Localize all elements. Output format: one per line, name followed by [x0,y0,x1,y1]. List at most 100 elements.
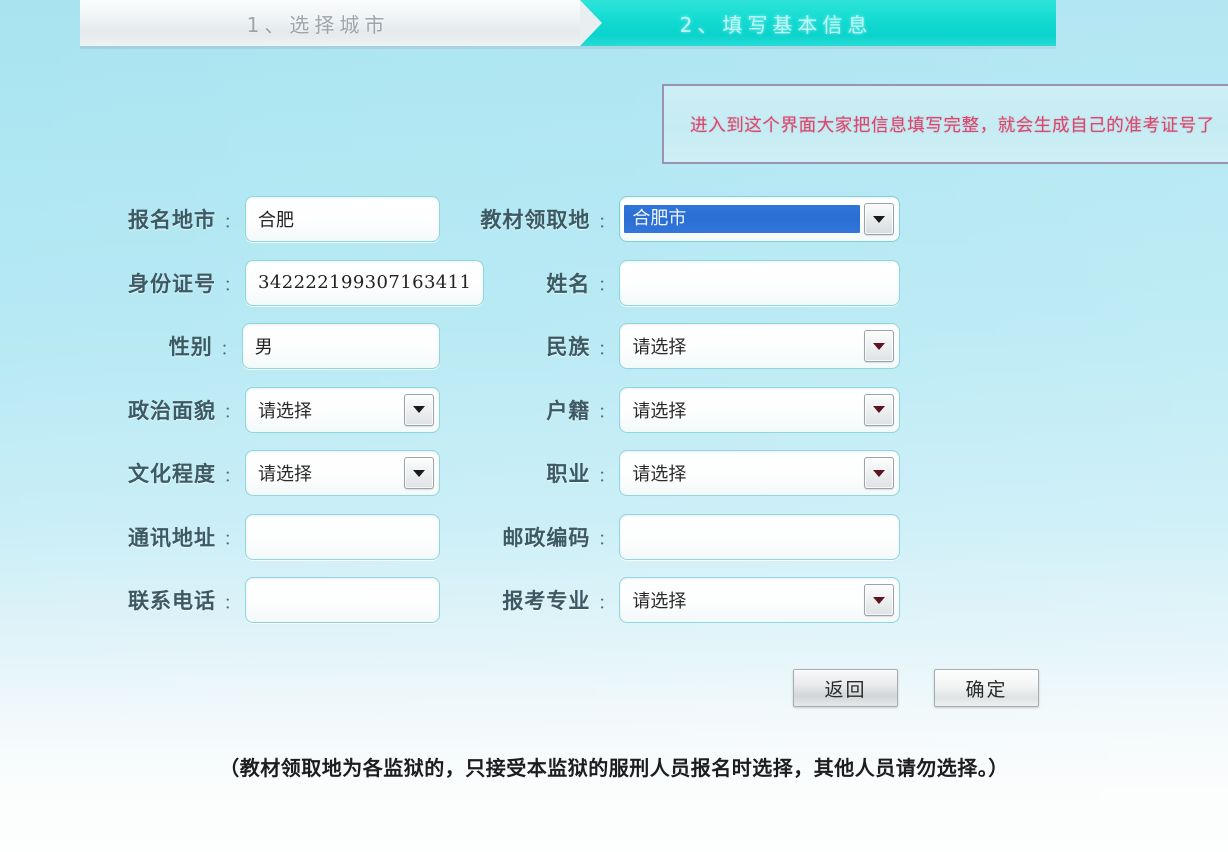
field-label: 联系电话 [128,589,216,613]
select-selected-value: 请选择 [632,464,687,485]
dropdown-zhiye[interactable]: 请选择 [619,450,900,496]
field-xingbie: 性别 ： 男 [0,323,440,369]
dropdown-minzu[interactable]: 请选择 [619,323,900,369]
step-label-basic-info: 2、填写基本信息 [679,12,873,37]
field-label: 文化程度 [128,462,216,486]
text-input-value[interactable]: 342222199307163411 [245,259,485,306]
chevron-down-icon[interactable] [864,584,894,616]
text-input-value[interactable] [245,513,440,560]
field-label: 报名地市 [128,208,216,232]
select-selected-value: 请选择 [632,400,687,422]
field-label: 户籍 [546,398,591,423]
registration-form: 报名地市 ： 合肥 教材领取地 ： 合肥市 身份证号 ： 34222219930… [0,196,1228,641]
field-tongxun-dizhi: 通讯地址 ： [0,513,440,560]
text-input-value[interactable]: 男 [241,323,440,369]
select-control[interactable]: 请选择 [619,577,900,623]
field-label: 教材领取地 [480,208,591,232]
form-row: 联系电话 ： 报考专业 ： 请选择 [0,577,1228,641]
field-baokao-zhuanye: 报考专业 ： 请选择 [440,577,900,623]
form-row: 性别 ： 男 民族 ： 请选择 [0,323,1228,387]
input-xingbie[interactable]: 男 [241,323,440,369]
chevron-down-icon[interactable] [864,330,894,362]
form-row: 通讯地址 ： 邮政编码 ： [0,513,1228,578]
field-label: 身份证号 [128,271,216,296]
dropdown-jiaocai-lingqudi[interactable]: 合肥市 [619,196,900,242]
step-item-select-city[interactable]: 1、选择城市 [80,0,602,46]
field-colon: ： [224,530,240,548]
field-colon: ： [598,339,614,358]
field-label: 职业 [546,462,591,486]
field-label: 政治面貌 [128,398,216,423]
field-xingming: 姓名 ： [440,259,900,306]
dropdown-zhengzhi-mianmao[interactable]: 请选择 [245,386,440,433]
field-label: 民族 [546,335,591,359]
form-row: 身份证号 ： 342222199307163411 姓名 ： [0,259,1228,324]
footer-note: （教材领取地为各监狱的，只接受本监狱的服刑人员报名时选择，其他人员请勿选择。） [219,756,1009,780]
notice-text: 进入到这个界面大家把信息填写完整，就会生成自己的准考证号了 [690,115,1215,136]
select-control[interactable]: 请选择 [619,323,900,369]
input-baoming-dishi[interactable]: 合肥 [245,196,440,242]
select-control[interactable]: 合肥市 [619,196,900,242]
field-colon: ： [598,593,614,612]
select-selected-value: 请选择 [258,464,313,485]
dropdown-wenhua-chengdu[interactable]: 请选择 [245,450,440,496]
select-selected-value: 请选择 [632,591,687,612]
field-colon: ： [224,212,240,231]
field-label: 姓名 [546,271,591,296]
form-row: 报名地市 ： 合肥 教材领取地 ： 合肥市 [0,196,1228,260]
field-label: 通讯地址 [128,525,216,550]
input-youzheng-bianma[interactable] [619,513,900,560]
notice-banner: 进入到这个界面大家把信息填写完整，就会生成自己的准考证号了 [662,84,1228,164]
dropdown-huji[interactable]: 请选择 [619,386,900,433]
select-control[interactable]: 请选择 [245,386,440,433]
field-colon: ： [224,593,240,612]
field-huji: 户籍 ： 请选择 [440,386,900,433]
field-wenhua-chengdu: 文化程度 ： 请选择 [0,450,440,496]
form-row: 文化程度 ： 请选择 职业 ： 请选择 [0,450,1228,514]
field-colon: ： [598,530,614,548]
field-label: 邮政编码 [502,525,591,550]
step-progress-bar: 1、选择城市 2、填写基本信息 [80,0,1056,49]
input-lianxi-dianhua[interactable] [245,577,440,623]
text-input-value[interactable] [619,259,900,306]
select-control[interactable]: 请选择 [245,450,440,496]
confirm-button[interactable]: 确定 [934,669,1039,707]
input-xingming[interactable] [619,259,900,306]
field-label: 性别 [168,335,213,359]
select-control[interactable]: 请选择 [619,450,900,496]
field-colon: ： [220,339,236,358]
field-minzu: 民族 ： 请选择 [440,323,900,369]
field-zhiye: 职业 ： 请选择 [440,450,900,496]
field-jiaocai-lingqudi: 教材领取地 ： 合肥市 [440,196,900,242]
field-lianxi-dianhua: 联系电话 ： [0,577,440,623]
chevron-down-icon[interactable] [864,203,894,235]
input-tongxun-dizhi[interactable] [245,513,440,560]
form-actions: 返回 确定 [793,669,1039,707]
field-colon: ： [598,276,614,294]
chevron-down-icon[interactable] [864,457,894,489]
text-input-value[interactable]: 合肥 [245,196,440,242]
field-colon: ： [224,466,240,485]
select-control[interactable]: 请选择 [619,386,900,433]
field-colon: ： [598,403,614,421]
field-colon: ： [224,276,240,294]
field-colon: ： [224,403,240,421]
field-colon: ： [598,212,614,231]
field-zhengzhi-mianmao: 政治面貌 ： 请选择 [0,386,440,433]
stepbar-bottom-divider [80,46,1056,49]
text-input-value[interactable] [619,513,900,560]
select-selected-value: 请选择 [258,400,313,422]
field-colon: ： [598,466,614,485]
field-baoming-dishi: 报名地市 ： 合肥 [0,196,440,242]
chevron-down-icon[interactable] [404,393,434,426]
chevron-down-icon[interactable] [404,457,434,489]
select-selected-value: 请选择 [632,337,687,358]
field-shenfenzheng-hao: 身份证号 ： 342222199307163411 [0,259,485,306]
input-shenfenzheng-hao[interactable]: 342222199307163411 [245,259,485,306]
text-input-value[interactable] [245,577,440,623]
select-selected-value: 合肥市 [624,205,860,233]
dropdown-baokao-zhuanye[interactable]: 请选择 [619,577,900,623]
step-item-basic-info[interactable]: 2、填写基本信息 [580,0,1056,46]
back-button[interactable]: 返回 [793,669,898,707]
chevron-down-icon[interactable] [864,393,894,426]
